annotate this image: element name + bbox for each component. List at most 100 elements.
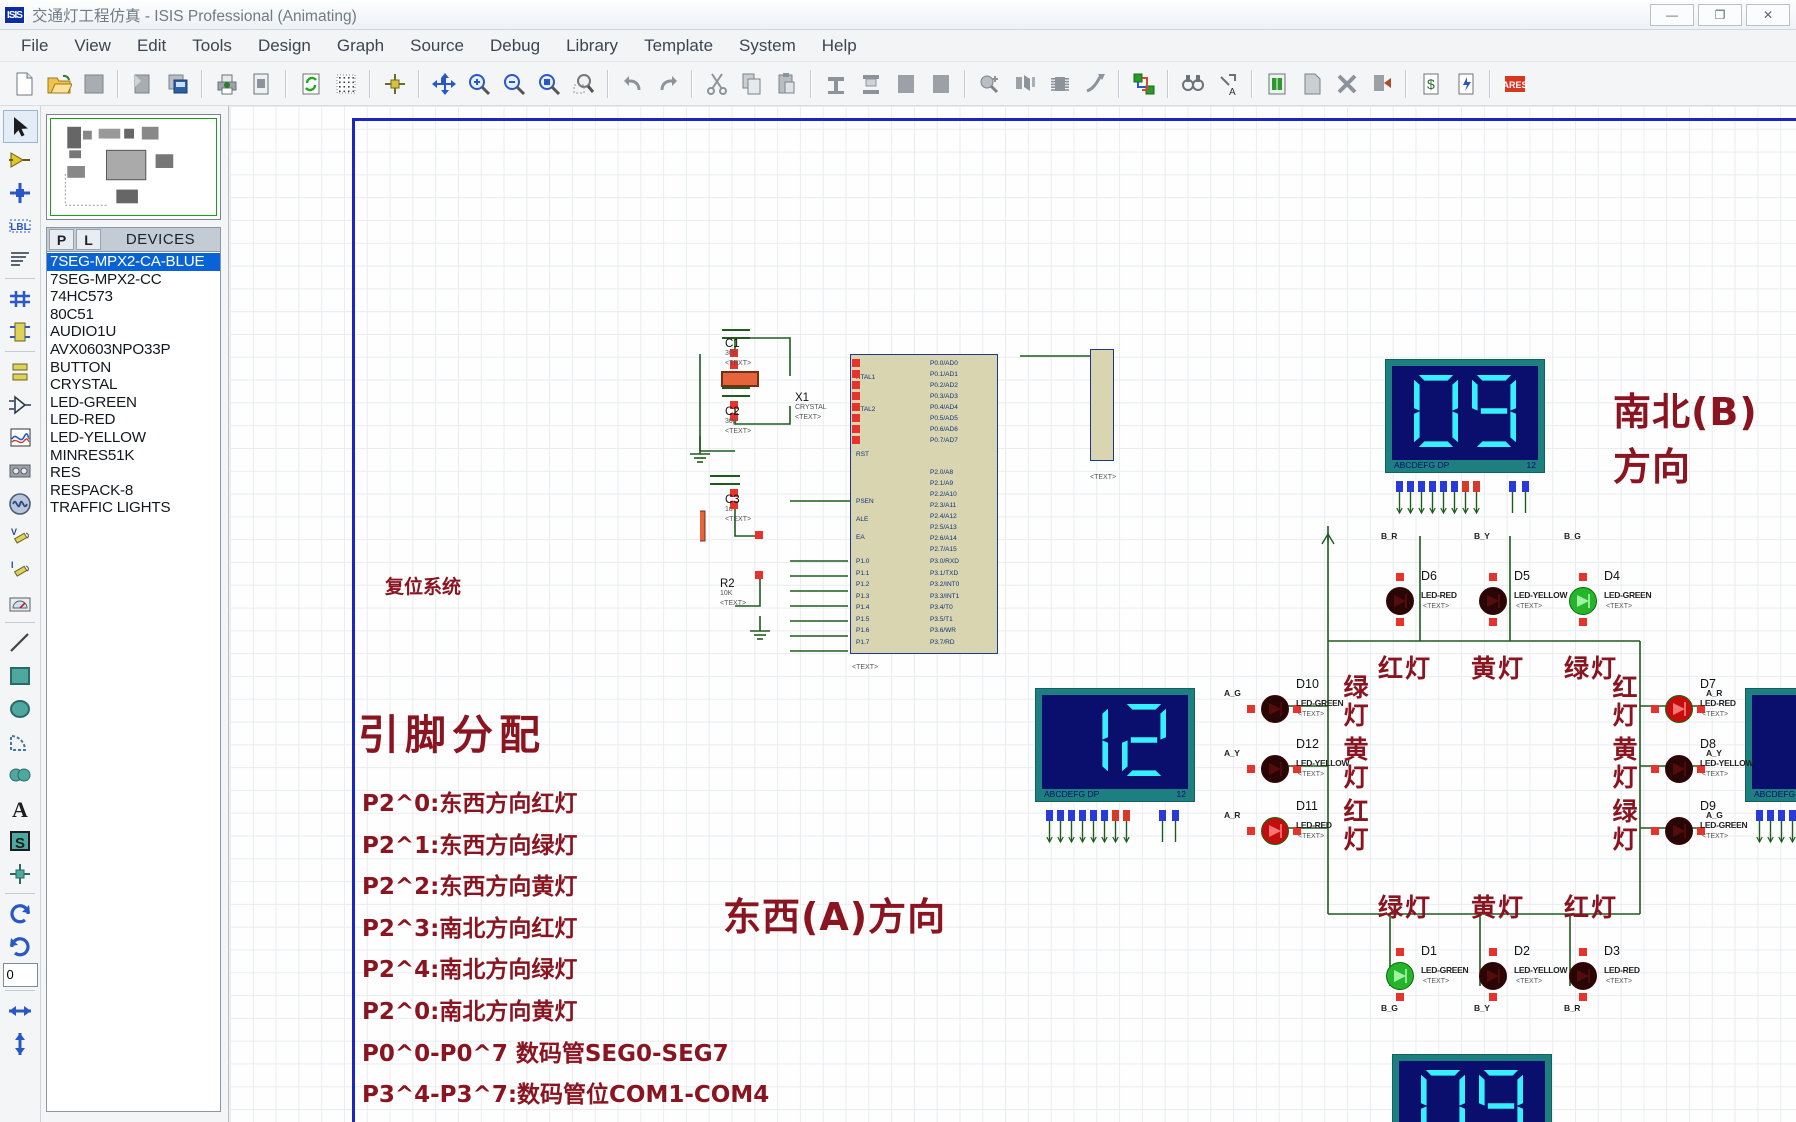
led-d2[interactable]	[1478, 961, 1508, 991]
toggle-grid-icon[interactable]	[329, 67, 362, 101]
led-d6[interactable]	[1385, 586, 1415, 616]
print-area-icon[interactable]	[245, 67, 278, 101]
terminals-mode-tool[interactable]	[3, 355, 38, 388]
rotate-anticlockwise-tool[interactable]	[3, 930, 38, 963]
print-icon[interactable]	[210, 67, 243, 101]
graph-mode-tool[interactable]	[3, 421, 38, 454]
device-list-item[interactable]: CRYSTAL	[47, 376, 220, 394]
new-file-icon[interactable]	[7, 67, 40, 101]
menu-library[interactable]: Library	[553, 34, 631, 58]
led-d9[interactable]	[1664, 816, 1694, 846]
menu-view[interactable]: View	[61, 34, 124, 58]
pick-devices-button[interactable]: P	[49, 229, 74, 250]
zoom-area-icon[interactable]	[567, 67, 600, 101]
menu-help[interactable]: Help	[809, 34, 870, 58]
cut-icon[interactable]	[700, 67, 733, 101]
exit-sheet-icon[interactable]	[1365, 67, 1398, 101]
device-pins-tool[interactable]	[3, 388, 38, 421]
line-tool[interactable]	[3, 626, 38, 659]
zoom-all-icon[interactable]	[532, 67, 565, 101]
bill-of-materials-icon[interactable]: $	[1414, 67, 1447, 101]
device-list-item[interactable]: RESPACK-8	[47, 482, 220, 500]
path-tool[interactable]	[3, 758, 38, 791]
menu-template[interactable]: Template	[631, 34, 726, 58]
text-tool[interactable]: A	[3, 791, 38, 824]
refresh-icon[interactable]	[294, 67, 327, 101]
wire-autorouter-icon[interactable]	[1127, 67, 1160, 101]
generator-mode-tool[interactable]	[3, 487, 38, 520]
circle-tool[interactable]	[3, 692, 38, 725]
tape-recorder-tool[interactable]	[3, 454, 38, 487]
menu-tools[interactable]: Tools	[179, 34, 245, 58]
ares-netlist-icon[interactable]: ARES	[1498, 67, 1531, 101]
selection-mode-tool[interactable]	[2, 110, 38, 143]
led-d5[interactable]	[1478, 586, 1508, 616]
current-probe-tool[interactable]: I	[3, 553, 38, 586]
menu-system[interactable]: System	[726, 34, 809, 58]
led-d4[interactable]	[1568, 586, 1598, 616]
menu-edit[interactable]: Edit	[124, 34, 179, 58]
devices-list[interactable]: 7SEG-MPX2-CA-BLUE 7SEG-MPX2-CC 74HC573 80C5…	[46, 252, 221, 1112]
device-list-item[interactable]: 74HC573	[47, 288, 220, 306]
rotation-angle-input[interactable]: 0	[2, 963, 38, 987]
device-list-item[interactable]: 80C51	[47, 306, 220, 324]
device-list-item[interactable]: 7SEG-MPX2-CC	[47, 271, 220, 289]
wire-label-tool[interactable]: LBL	[3, 209, 38, 242]
minimize-button[interactable]: —	[1650, 3, 1694, 26]
device-list-item[interactable]: LED-GREEN	[47, 394, 220, 412]
buses-tool[interactable]	[3, 282, 38, 315]
voltage-probe-tool[interactable]: V	[3, 520, 38, 553]
make-device-icon[interactable]	[1008, 67, 1041, 101]
origin-icon[interactable]	[378, 67, 411, 101]
copy-blocks-icon[interactable]	[819, 67, 852, 101]
device-list-item[interactable]: MINRES51K	[47, 447, 220, 465]
new-sheet-icon[interactable]	[1295, 67, 1328, 101]
search-tag-icon[interactable]	[1176, 67, 1209, 101]
maximize-button[interactable]: ❐	[1698, 3, 1742, 26]
import-section-icon[interactable]	[126, 67, 159, 101]
move-blocks-icon[interactable]	[854, 67, 887, 101]
property-assignment-icon[interactable]: A	[1211, 67, 1244, 101]
seven-seg-south[interactable]: ABCDEFG DP12	[1392, 1054, 1552, 1122]
zoom-out-icon[interactable]	[497, 67, 530, 101]
box-tool[interactable]	[3, 659, 38, 692]
device-list-item[interactable]: TRAFFIC LIGHTS	[47, 499, 220, 517]
open-file-icon[interactable]	[42, 67, 75, 101]
rotate-clockwise-tool[interactable]	[3, 897, 38, 930]
close-button[interactable]: ✕	[1746, 3, 1790, 26]
menu-file[interactable]: File	[8, 34, 61, 58]
menu-source[interactable]: Source	[397, 34, 477, 58]
library-button[interactable]: L	[76, 229, 101, 250]
delete-blocks-icon[interactable]	[924, 67, 957, 101]
device-list-item[interactable]: 7SEG-MPX2-CA-BLUE	[47, 253, 220, 271]
seven-seg-west[interactable]: ABCDEFG DP 12	[1035, 688, 1195, 802]
export-section-icon[interactable]	[161, 67, 194, 101]
undo-icon[interactable]	[616, 67, 649, 101]
copy-icon[interactable]	[735, 67, 768, 101]
packaging-tool-icon[interactable]	[1043, 67, 1076, 101]
header-connector[interactable]	[1090, 349, 1114, 461]
led-d11[interactable]	[1260, 816, 1290, 846]
remove-sheet-icon[interactable]	[1330, 67, 1363, 101]
redo-icon[interactable]	[651, 67, 684, 101]
led-d12[interactable]	[1260, 754, 1290, 784]
led-d10[interactable]	[1260, 694, 1290, 724]
device-list-item[interactable]: LED-YELLOW	[47, 429, 220, 447]
led-d8[interactable]	[1664, 754, 1694, 784]
led-d1[interactable]	[1385, 961, 1415, 991]
pick-device-icon[interactable]	[973, 67, 1006, 101]
electrical-rule-check-icon[interactable]	[1449, 67, 1482, 101]
junction-dot-tool[interactable]	[3, 176, 38, 209]
pan-icon[interactable]	[427, 67, 460, 101]
paste-icon[interactable]	[770, 67, 803, 101]
mirror-h-tool[interactable]	[3, 994, 38, 1027]
seven-seg-east[interactable]: ABCDEFG DP12	[1745, 688, 1796, 802]
rotate-blocks-icon[interactable]	[889, 67, 922, 101]
design-explorer-icon[interactable]	[1260, 67, 1293, 101]
subcircuit-tool[interactable]	[3, 315, 38, 348]
zoom-in-icon[interactable]	[462, 67, 495, 101]
menu-debug[interactable]: Debug	[477, 34, 553, 58]
virtual-instruments-tool[interactable]	[3, 586, 38, 619]
component-mode-tool[interactable]	[3, 143, 38, 176]
device-list-item[interactable]: LED-RED	[47, 411, 220, 429]
